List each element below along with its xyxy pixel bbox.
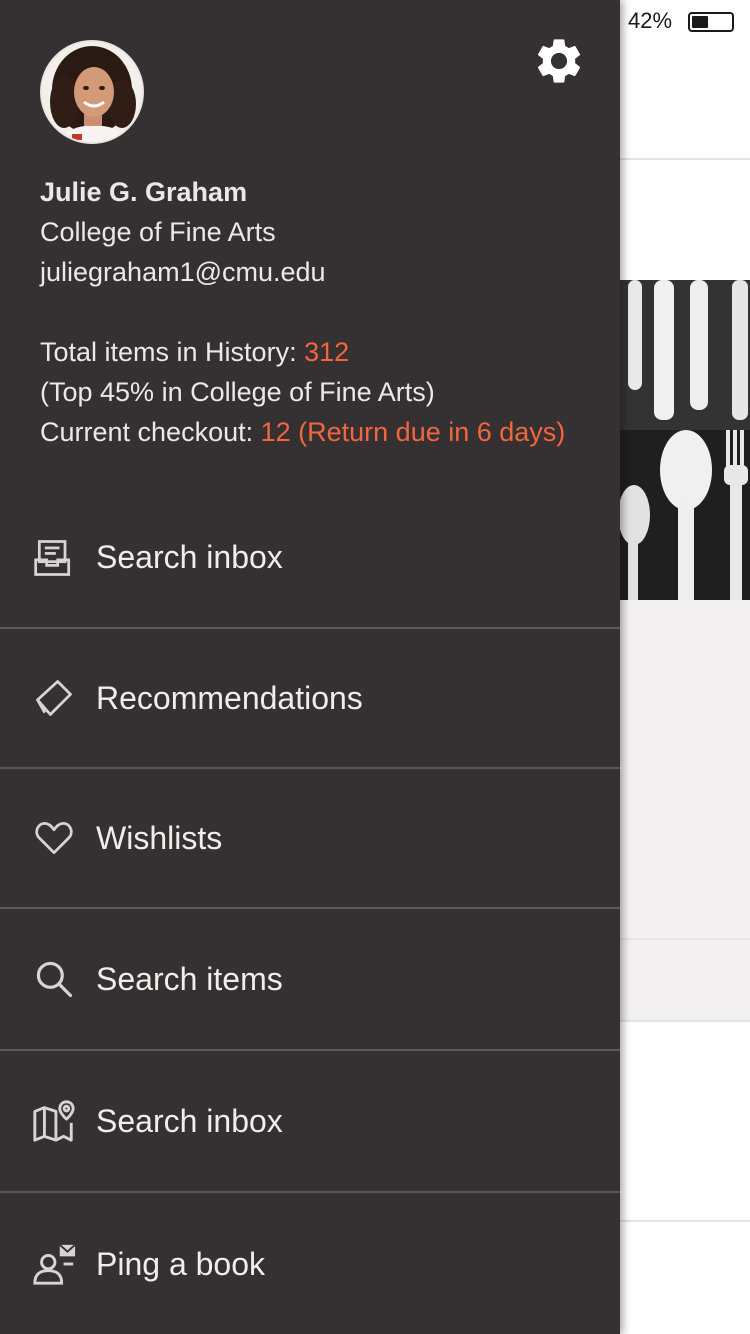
checkout-stat: Current checkout: 12 (Return due in 6 da… bbox=[40, 412, 565, 452]
menu-item-search-items[interactable]: Search items bbox=[0, 909, 620, 1051]
battery-percentage: 42% bbox=[628, 8, 673, 33]
person-mail-icon bbox=[30, 1240, 78, 1288]
menu-item-ping-a-book[interactable]: Ping a book bbox=[0, 1193, 620, 1334]
menu-item-label: Search items bbox=[96, 960, 283, 997]
map-icon bbox=[30, 1097, 78, 1145]
navigation-drawer: Julie G. Graham College of Fine Arts jul… bbox=[0, 0, 620, 1334]
background-divider bbox=[620, 1020, 750, 1022]
menu-item-label: Search inbox bbox=[96, 1102, 283, 1139]
tag-icon bbox=[30, 674, 78, 722]
menu-item-recommendations[interactable]: Recommendations bbox=[0, 629, 620, 769]
background-divider bbox=[620, 1220, 750, 1222]
background-cutlery-image bbox=[620, 280, 750, 600]
menu-item-label: Ping a book bbox=[96, 1245, 266, 1282]
background-divider bbox=[620, 158, 750, 160]
menu-item-search-inbox-map[interactable]: Search inbox bbox=[0, 1051, 620, 1193]
profile-photo bbox=[42, 42, 142, 142]
checkout-value: 12 (Return due in 6 days) bbox=[260, 417, 566, 447]
menu-item-wishlists[interactable]: Wishlists bbox=[0, 769, 620, 909]
history-label: Total items in History: bbox=[40, 337, 305, 367]
gear-icon[interactable] bbox=[532, 34, 586, 88]
profile-name: Julie G. Graham bbox=[40, 177, 248, 207]
checkout-label: Current checkout: bbox=[40, 417, 261, 447]
menu-item-label: Search inbox bbox=[96, 539, 283, 575]
rank-text: (Top 45% in College of Fine Arts) bbox=[40, 377, 435, 407]
profile-college: College of Fine Arts bbox=[40, 217, 276, 247]
drawer-menu: Search inbox Recommendations Wishlists S… bbox=[0, 488, 620, 1334]
profile-email: juliegraham1@cmu.edu bbox=[40, 257, 326, 287]
battery-icon bbox=[688, 12, 734, 32]
history-stat: Total items in History: 312 bbox=[40, 332, 565, 372]
heart-icon bbox=[30, 814, 78, 862]
menu-item-label: Wishlists bbox=[96, 819, 223, 856]
background-panel bbox=[620, 600, 750, 938]
search-icon bbox=[30, 955, 78, 1003]
background-panel bbox=[620, 940, 750, 1020]
battery-level bbox=[692, 16, 708, 28]
menu-item-label: Recommendations bbox=[96, 679, 363, 716]
avatar[interactable] bbox=[40, 40, 144, 144]
menu-item-search-inbox[interactable]: Search inbox bbox=[0, 488, 620, 629]
profile-info: Julie G. Graham College of Fine Arts jul… bbox=[40, 172, 565, 452]
inbox-icon bbox=[30, 534, 78, 582]
history-count: 312 bbox=[304, 337, 350, 367]
